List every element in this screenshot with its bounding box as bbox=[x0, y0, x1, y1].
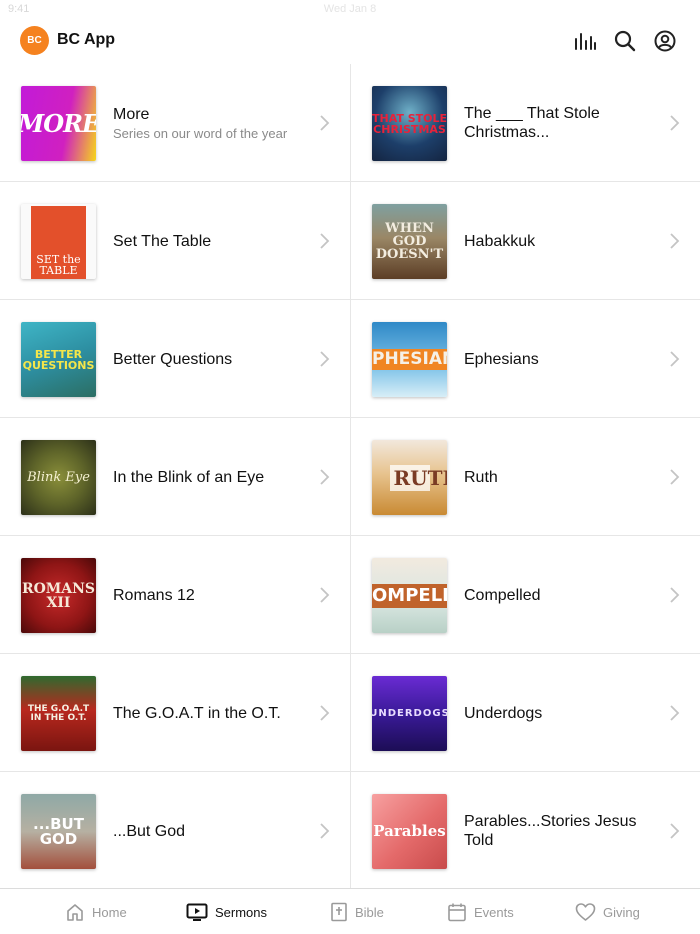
tab-bible[interactable]: Bible bbox=[330, 889, 384, 934]
status-bar: 9:41 Wed Jan 8 bbox=[0, 0, 700, 18]
calendar-icon bbox=[448, 903, 466, 922]
series-item-better-questions[interactable]: BETTER QUESTIONS Better Questions bbox=[0, 300, 350, 418]
bible-icon bbox=[331, 902, 347, 922]
series-title: Ruth bbox=[464, 468, 498, 486]
series-item-but-god[interactable]: ...BUT GOD ...But God bbox=[0, 772, 350, 890]
series-artwork: MORE bbox=[21, 86, 96, 161]
series-subtitle: Series on our word of the year bbox=[113, 126, 288, 141]
series-title: Better Questions bbox=[113, 350, 233, 368]
series-artwork: THAT STOLE CHRISTMAS bbox=[372, 86, 447, 161]
tab-label: Events bbox=[474, 904, 514, 920]
series-item-parables[interactable]: Parables Parables...Stories Jesus Told bbox=[351, 772, 700, 890]
audio-bars-icon[interactable] bbox=[572, 28, 598, 54]
heart-icon bbox=[575, 903, 596, 921]
status-date: Wed Jan 8 bbox=[323, 3, 377, 15]
series-title: The G.O.A.T in the O.T. bbox=[113, 704, 281, 722]
tab-home[interactable]: Home bbox=[65, 889, 127, 934]
series-artwork: ...BUT GOD bbox=[21, 794, 96, 869]
series-artwork: SET the TABLE bbox=[21, 204, 96, 279]
series-artwork: THE G.O.A.T IN THE O.T. bbox=[21, 676, 96, 751]
series-artwork: WHEN GOD DOESN'T bbox=[372, 204, 447, 279]
tab-giving[interactable]: Giving bbox=[575, 889, 640, 934]
series-title: Underdogs bbox=[464, 704, 543, 722]
series-item-more[interactable]: MORE More Series on our word of the year bbox=[0, 64, 350, 182]
series-artwork: OMPELLE bbox=[372, 558, 447, 633]
series-title: Romans 12 bbox=[113, 586, 195, 604]
series-artwork: RUTH bbox=[372, 440, 447, 515]
tab-label: Bible bbox=[355, 904, 384, 920]
series-artwork: PHESIAN bbox=[372, 322, 447, 397]
series-artwork: Blink Eye bbox=[21, 440, 96, 515]
series-item-set-the-table[interactable]: SET the TABLE Set The Table bbox=[0, 182, 350, 300]
series-title: ...But God bbox=[113, 822, 186, 840]
series-title: The ___ That Stole Christmas... bbox=[464, 105, 600, 141]
tab-label: Home bbox=[92, 904, 127, 920]
series-title: In the Blink of an Eye bbox=[113, 468, 265, 486]
series-item-habakkuk[interactable]: WHEN GOD DOESN'T Habakkuk bbox=[351, 182, 700, 300]
series-artwork: UNDERDOGS bbox=[372, 676, 447, 751]
series-item-goat-in-the-ot[interactable]: THE G.O.A.T IN THE O.T. The G.O.A.T in t… bbox=[0, 654, 350, 772]
account-icon[interactable] bbox=[652, 28, 678, 54]
series-artwork: ROMANS XII bbox=[21, 558, 96, 633]
series-item-compelled[interactable]: OMPELLE Compelled bbox=[351, 536, 700, 654]
sermon-series-grid: MORE More Series on our word of the year… bbox=[0, 64, 700, 888]
home-icon bbox=[67, 904, 83, 921]
chevron-right-icon bbox=[320, 115, 330, 131]
series-title: Compelled bbox=[464, 586, 541, 604]
chevron-right-icon bbox=[670, 587, 680, 603]
series-title: Parables...Stories Jesus Told bbox=[464, 813, 637, 849]
search-icon[interactable] bbox=[612, 28, 638, 54]
tab-sermons[interactable]: Sermons bbox=[186, 889, 267, 934]
series-item-that-stole-christmas[interactable]: THAT STOLE CHRISTMAS The ___ That Stole … bbox=[351, 64, 700, 182]
chevron-right-icon bbox=[320, 351, 330, 367]
series-item-ephesians[interactable]: PHESIAN Ephesians bbox=[351, 300, 700, 418]
series-item-underdogs[interactable]: UNDERDOGS Underdogs bbox=[351, 654, 700, 772]
app-title: BC App bbox=[57, 31, 116, 48]
chevron-right-icon bbox=[670, 469, 680, 485]
chevron-right-icon bbox=[320, 705, 330, 721]
tab-events[interactable]: Events bbox=[447, 889, 514, 934]
chevron-right-icon bbox=[320, 587, 330, 603]
series-title: Set The Table bbox=[113, 232, 212, 250]
series-title: Habakkuk bbox=[464, 232, 536, 250]
tab-label: Sermons bbox=[215, 904, 268, 920]
series-item-romans-12[interactable]: ROMANS XII Romans 12 bbox=[0, 536, 350, 654]
tv-icon bbox=[186, 903, 208, 921]
series-title: Ephesians bbox=[464, 350, 539, 368]
tab-bar: Home Sermons Bible Events Giving bbox=[0, 888, 700, 934]
chevron-right-icon bbox=[670, 705, 680, 721]
series-artwork: Parables bbox=[372, 794, 447, 869]
chevron-right-icon bbox=[320, 823, 330, 839]
chevron-right-icon bbox=[670, 115, 680, 131]
app-logo[interactable]: BC bbox=[20, 26, 49, 55]
series-item-blink-of-an-eye[interactable]: Blink Eye In the Blink of an Eye bbox=[0, 418, 350, 536]
chevron-right-icon bbox=[320, 469, 330, 485]
series-title: More bbox=[113, 106, 150, 123]
chevron-right-icon bbox=[670, 233, 680, 249]
app-header: BC BC App bbox=[0, 20, 700, 64]
chevron-right-icon bbox=[670, 351, 680, 367]
series-item-ruth[interactable]: RUTH Ruth bbox=[351, 418, 700, 536]
chevron-right-icon bbox=[320, 233, 330, 249]
tab-label: Giving bbox=[603, 904, 640, 920]
chevron-right-icon bbox=[670, 823, 680, 839]
series-artwork: BETTER QUESTIONS bbox=[21, 322, 96, 397]
